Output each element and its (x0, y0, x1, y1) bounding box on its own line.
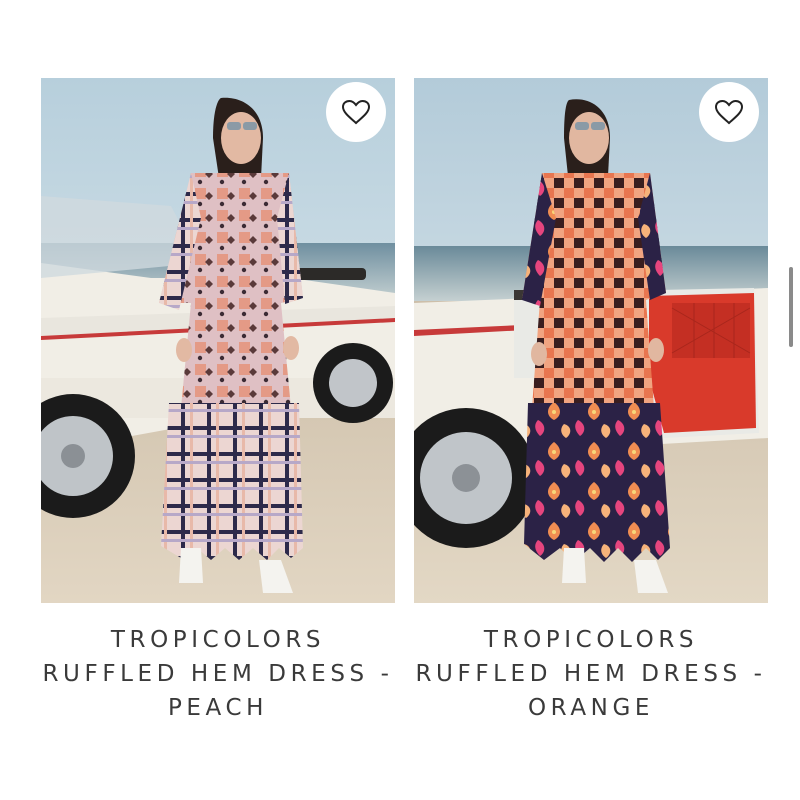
product-card-peach[interactable]: TROPICOLORS RUFFLED HEM DRESS - PEACH (41, 78, 395, 725)
product-image-peach[interactable] (41, 78, 395, 603)
product-card-orange[interactable]: TROPICOLORS RUFFLED HEM DRESS - ORANGE (414, 78, 768, 725)
product-title-peach[interactable]: TROPICOLORS RUFFLED HEM DRESS - PEACH (41, 623, 395, 725)
product-photo-peach (41, 78, 395, 603)
heart-outline-icon (714, 99, 744, 125)
vertical-scrollbar[interactable] (789, 267, 793, 347)
favorite-button-peach[interactable] (326, 82, 386, 142)
product-image-orange[interactable] (414, 78, 768, 603)
heart-outline-icon (341, 99, 371, 125)
favorite-button-orange[interactable] (699, 82, 759, 142)
product-grid-page: TROPICOLORS RUFFLED HEM DRESS - PEACH TR… (0, 0, 800, 800)
product-title-orange[interactable]: TROPICOLORS RUFFLED HEM DRESS - ORANGE (414, 623, 768, 725)
product-photo-orange (414, 78, 768, 603)
